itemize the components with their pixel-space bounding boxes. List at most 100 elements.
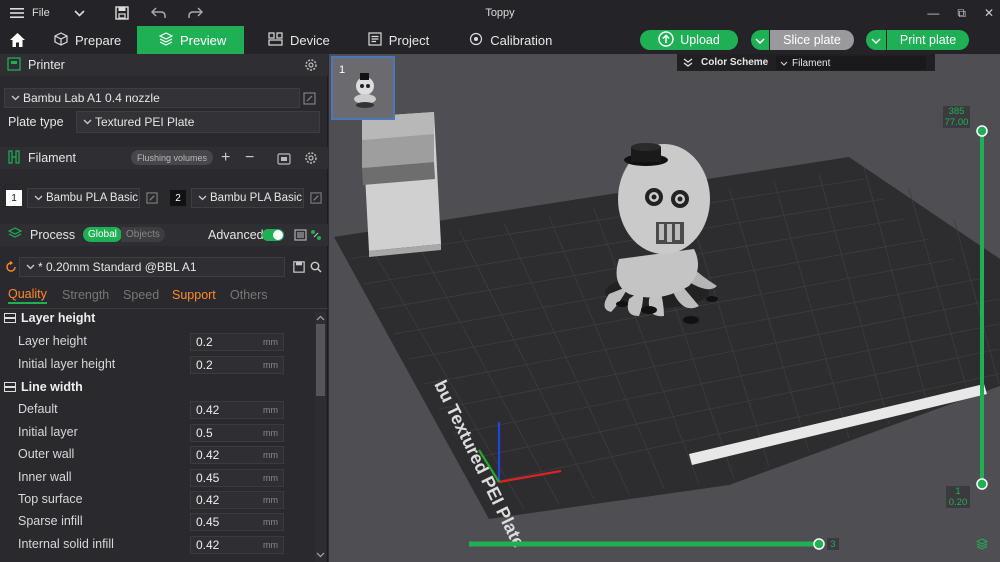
filament-slot-2-number: 2 bbox=[170, 190, 186, 206]
internal-solid-infill-width-input[interactable]: 0.42 mm bbox=[190, 536, 284, 554]
color-scheme-bar[interactable]: Color Scheme Filament bbox=[677, 54, 935, 71]
global-toggle[interactable]: Global bbox=[83, 227, 122, 242]
process-subtabs: Quality Strength Speed Support Others bbox=[0, 284, 328, 306]
chevron-down-icon bbox=[26, 264, 35, 270]
param-value: 0.5 bbox=[196, 426, 213, 440]
layer-height-input[interactable]: 0.2 mm bbox=[190, 333, 284, 351]
layer-bottom-height: 0.20 bbox=[948, 497, 968, 508]
layers-settings-icon[interactable] bbox=[976, 538, 988, 550]
chevron-down-icon[interactable] bbox=[74, 9, 85, 17]
unit-label: mm bbox=[263, 428, 278, 438]
filament-slot-1-number: 1 bbox=[6, 190, 22, 206]
scrollbar-thumb[interactable] bbox=[316, 324, 325, 396]
print-dropdown[interactable] bbox=[866, 30, 886, 50]
subtab-support[interactable]: Support bbox=[172, 288, 216, 302]
tab-project[interactable]: Project bbox=[348, 26, 447, 54]
layer-top-number: 385 bbox=[948, 106, 965, 117]
edit-icon[interactable] bbox=[303, 91, 316, 105]
subtab-speed[interactable]: Speed bbox=[123, 288, 159, 302]
reset-icon[interactable] bbox=[5, 261, 17, 273]
initial-layer-width-input[interactable]: 0.5 mm bbox=[190, 424, 284, 442]
subtab-quality[interactable]: Quality bbox=[8, 287, 47, 304]
outer-wall-width-input[interactable]: 0.42 mm bbox=[190, 446, 284, 464]
color-scheme-select[interactable]: Filament bbox=[776, 56, 926, 70]
slice-plate-button[interactable]: Slice plate bbox=[770, 30, 854, 50]
list-icon[interactable] bbox=[294, 229, 307, 241]
add-filament-button[interactable]: + bbox=[221, 149, 230, 167]
compare-icon[interactable] bbox=[310, 229, 322, 241]
tab-prepare-label: Prepare bbox=[75, 32, 122, 48]
color-scheme-value: Filament bbox=[792, 57, 831, 69]
param-value: 0.42 bbox=[196, 493, 220, 507]
tab-device[interactable]: Device bbox=[244, 26, 348, 54]
flushing-volumes-button[interactable]: Flushing volumes bbox=[131, 150, 214, 165]
home-icon[interactable] bbox=[0, 26, 34, 54]
print-plate-button[interactable]: Print plate bbox=[887, 30, 969, 50]
menu-icon[interactable] bbox=[10, 7, 24, 19]
slice-dropdown[interactable] bbox=[751, 30, 769, 50]
preview-viewport[interactable]: bu Textured PEI Plate 1 385 77.00 1 0.20… bbox=[329, 54, 1000, 562]
edit-icon[interactable] bbox=[310, 192, 322, 204]
printer-select-row: Bambu Lab A1 0.4 nozzle bbox=[0, 87, 328, 109]
objects-toggle[interactable]: Objects bbox=[121, 227, 165, 242]
inner-wall-width-input[interactable]: 0.45 mm bbox=[190, 469, 284, 487]
gear-icon[interactable] bbox=[304, 58, 318, 72]
chevron-down-icon bbox=[198, 195, 207, 201]
process-icon bbox=[7, 227, 23, 243]
initial-layer-height-input[interactable]: 0.2 mm bbox=[190, 356, 284, 374]
minimize-button[interactable]: — bbox=[927, 6, 939, 20]
chevron-down-icon bbox=[83, 119, 92, 125]
gear-icon[interactable] bbox=[304, 151, 318, 165]
settings-scrollbar[interactable] bbox=[315, 312, 326, 562]
upload-button[interactable]: Upload bbox=[640, 30, 738, 50]
save-preset-icon[interactable] bbox=[293, 261, 305, 273]
redo-icon[interactable] bbox=[187, 7, 203, 19]
layer-height-icon bbox=[4, 313, 16, 323]
param-label: Sparse infill bbox=[18, 514, 83, 528]
tab-calibration[interactable]: Calibration bbox=[447, 26, 570, 54]
filament-slot-2-select[interactable]: Bambu PLA Basic bbox=[191, 188, 304, 208]
layer-slider-top-handle bbox=[976, 125, 988, 137]
remove-filament-button[interactable]: − bbox=[245, 149, 254, 167]
chevron-down-icon bbox=[871, 33, 881, 47]
default-width-input[interactable]: 0.42 mm bbox=[190, 401, 284, 419]
filament-slot-1-select[interactable]: Bambu PLA Basic bbox=[27, 188, 140, 208]
move-slider-handle bbox=[813, 538, 825, 550]
unit-label: mm bbox=[263, 540, 278, 550]
sync-filament-icon[interactable] bbox=[277, 152, 291, 165]
scroll-up-icon[interactable] bbox=[316, 315, 325, 321]
layer-slider-bottom-handle bbox=[976, 478, 988, 490]
unit-label: mm bbox=[263, 337, 278, 347]
scroll-down-icon[interactable] bbox=[316, 552, 325, 558]
subtab-strength[interactable]: Strength bbox=[62, 288, 109, 302]
edit-icon[interactable] bbox=[146, 192, 158, 204]
subtab-others[interactable]: Others bbox=[230, 288, 268, 302]
calibration-icon bbox=[469, 32, 483, 49]
move-slider-value: 3 bbox=[827, 538, 839, 550]
upload-label: Upload bbox=[680, 33, 720, 47]
save-icon[interactable] bbox=[115, 6, 129, 20]
param-label: Initial layer bbox=[18, 425, 78, 439]
printer-select[interactable]: Bambu Lab A1 0.4 nozzle bbox=[4, 88, 300, 108]
undo-icon[interactable] bbox=[150, 7, 166, 19]
tab-prepare[interactable]: Prepare bbox=[34, 26, 137, 54]
plate-thumb-number: 1 bbox=[339, 64, 346, 76]
process-preset-select[interactable]: * 0.20mm Standard @BBL A1 bbox=[19, 257, 285, 277]
close-button[interactable]: ✕ bbox=[984, 6, 994, 20]
sparse-infill-width-input[interactable]: 0.45 mm bbox=[190, 513, 284, 531]
maximize-button[interactable]: ⧉ bbox=[957, 6, 966, 21]
plate-type-value: Textured PEI Plate bbox=[95, 115, 195, 129]
search-icon[interactable] bbox=[310, 261, 322, 273]
file-menu[interactable]: File bbox=[32, 7, 50, 19]
plate-type-row: Plate type Textured PEI Plate bbox=[0, 111, 328, 133]
octopus-thumb-icon bbox=[354, 73, 376, 108]
plate-type-select[interactable]: Textured PEI Plate bbox=[76, 111, 320, 133]
filament-section-title: Filament bbox=[28, 151, 76, 165]
scene-canvas[interactable]: bu Textured PEI Plate bbox=[329, 54, 1000, 562]
plate-thumbnail[interactable]: 1 bbox=[331, 56, 395, 120]
top-surface-width-input[interactable]: 0.42 mm bbox=[190, 491, 284, 509]
collapse-icon[interactable] bbox=[683, 58, 693, 67]
tab-preview[interactable]: Preview bbox=[137, 26, 244, 54]
param-value: 0.2 bbox=[196, 335, 213, 349]
advanced-switch[interactable] bbox=[262, 229, 284, 241]
